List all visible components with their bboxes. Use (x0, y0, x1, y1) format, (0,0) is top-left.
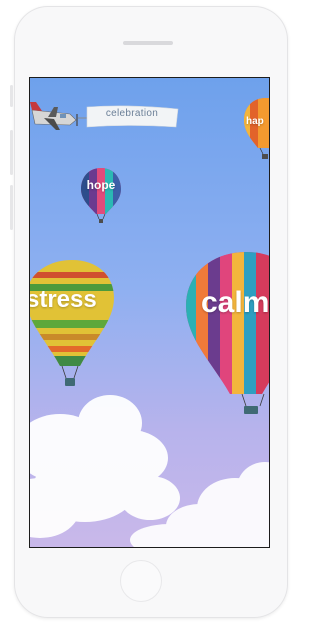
volume-down-button (10, 185, 13, 230)
earpiece-speaker (123, 41, 173, 45)
hot-air-balloon-icon (244, 98, 269, 159)
mute-switch (10, 85, 13, 107)
volume-up-button (10, 130, 13, 175)
balloon-label-hap: hap (246, 116, 264, 127)
hot-air-balloon-icon (30, 260, 114, 386)
balloon-label-hope: hope (86, 178, 116, 192)
hot-air-balloon-icon (186, 252, 269, 414)
balloon-label-calm: calm (201, 286, 270, 319)
app-screen[interactable]: celebration hope stress calm hap (29, 77, 270, 548)
balloon-calm[interactable]: calm (184, 250, 269, 430)
balloon-label-stress: stress (29, 286, 97, 313)
home-button[interactable] (120, 560, 162, 602)
balloon-hope[interactable]: hope (80, 166, 122, 226)
balloon-hap[interactable]: hap (242, 96, 269, 166)
banner-label: celebration (105, 108, 159, 119)
balloon-stress[interactable]: stress (30, 258, 120, 404)
airplane-with-banner[interactable]: celebration (30, 78, 190, 138)
hot-air-balloon-icon (81, 168, 121, 223)
